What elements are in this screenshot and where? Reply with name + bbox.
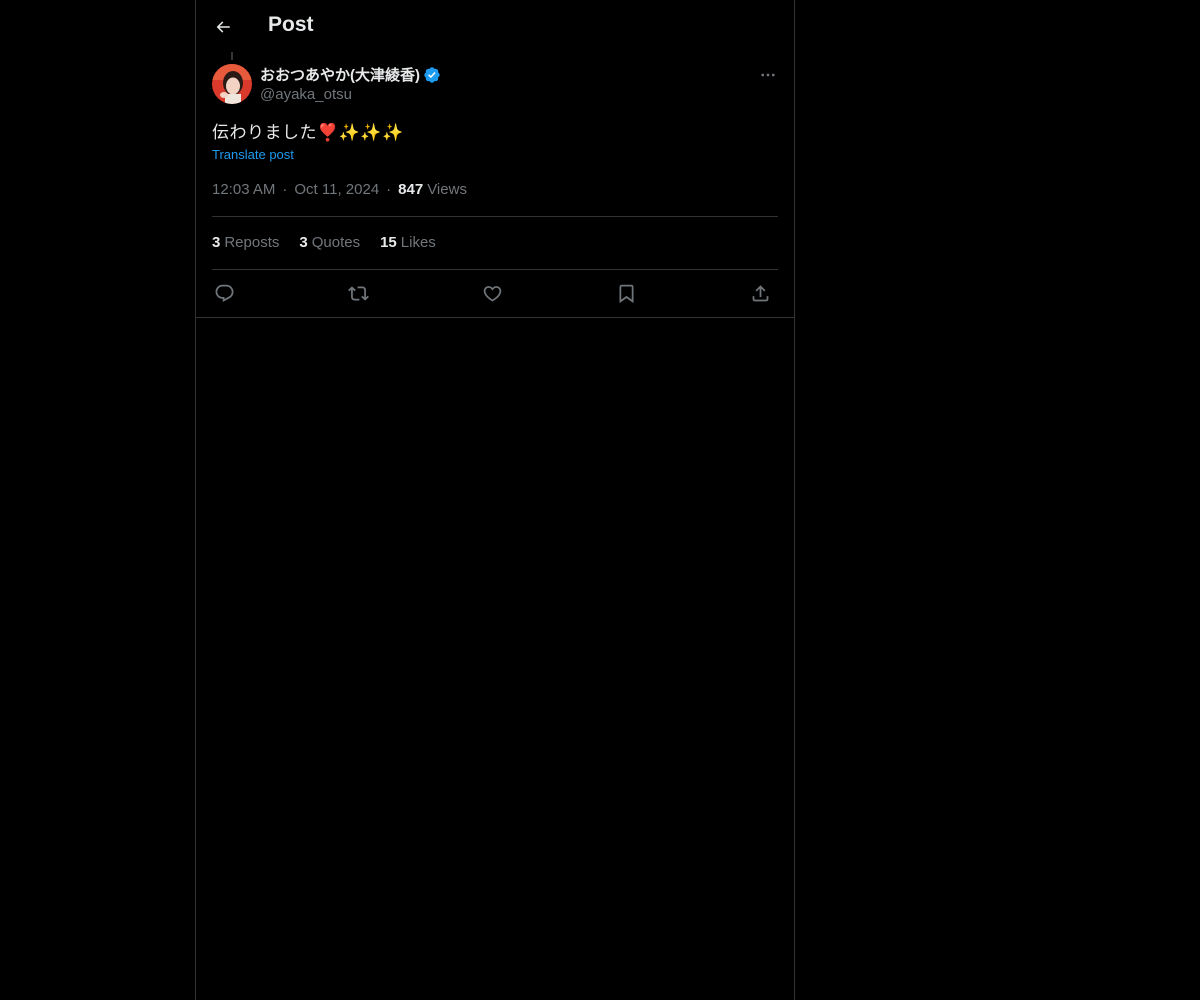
translate-post-link[interactable]: Translate post bbox=[212, 147, 294, 162]
page-title: Post bbox=[268, 13, 314, 36]
stat-label: Reposts bbox=[224, 234, 280, 251]
verified-badge-icon bbox=[423, 66, 441, 84]
more-horizontal-icon bbox=[759, 66, 777, 84]
post-detail-column: Post おおつあやか(大津綾香) @ayaka_otsu 伝わりました❣️✨✨… bbox=[195, 0, 795, 1000]
stat-label: Quotes bbox=[311, 234, 361, 251]
avatar[interactable] bbox=[212, 64, 252, 104]
stat-likes[interactable]: 15 Likes bbox=[380, 234, 436, 251]
bookmark-icon bbox=[616, 283, 637, 304]
thread-connector-line bbox=[231, 52, 233, 60]
reply-icon bbox=[214, 283, 235, 304]
post-bottom-border bbox=[196, 317, 794, 318]
share-icon bbox=[750, 283, 771, 304]
author-name[interactable]: おおつあやか(大津綾香) bbox=[260, 64, 441, 85]
meta-separator: · bbox=[386, 181, 392, 198]
arrow-left-icon bbox=[214, 18, 232, 36]
repost-button[interactable] bbox=[346, 281, 370, 305]
stat-quotes[interactable]: 3 Quotes bbox=[299, 234, 360, 251]
like-button[interactable] bbox=[480, 281, 504, 305]
post-date[interactable]: Oct 11, 2024 bbox=[294, 181, 379, 198]
post-actions-bar bbox=[212, 278, 778, 308]
more-options-button[interactable] bbox=[754, 64, 782, 86]
meta-separator: · bbox=[282, 181, 288, 198]
stat-count: 15 bbox=[380, 234, 397, 251]
post-text: 伝わりました❣️✨✨✨ bbox=[212, 123, 404, 142]
reply-button[interactable] bbox=[212, 281, 236, 305]
stat-label: Likes bbox=[400, 234, 436, 251]
page-header: Post bbox=[196, 0, 794, 53]
author-display-name: おおつあやか(大津綾香) bbox=[260, 67, 420, 84]
repost-icon bbox=[347, 283, 369, 304]
stat-count: 3 bbox=[299, 234, 308, 251]
divider bbox=[212, 216, 778, 217]
author-handle[interactable]: @ayaka_otsu bbox=[260, 86, 352, 103]
heart-icon bbox=[482, 283, 503, 304]
share-button[interactable] bbox=[748, 281, 772, 305]
divider bbox=[212, 269, 778, 270]
stat-count: 3 bbox=[212, 234, 221, 251]
back-button[interactable] bbox=[208, 10, 238, 44]
post-metadata: 12:03 AM · Oct 11, 2024 · 847 Views bbox=[212, 181, 467, 198]
views-label: Views bbox=[427, 181, 467, 198]
post-stats: 3 Reposts 3 Quotes 15 Likes bbox=[212, 234, 456, 251]
views-count: 847 bbox=[398, 181, 424, 198]
stat-reposts[interactable]: 3 Reposts bbox=[212, 234, 279, 251]
bookmark-button[interactable] bbox=[614, 281, 638, 305]
post-time[interactable]: 12:03 AM bbox=[212, 181, 275, 198]
